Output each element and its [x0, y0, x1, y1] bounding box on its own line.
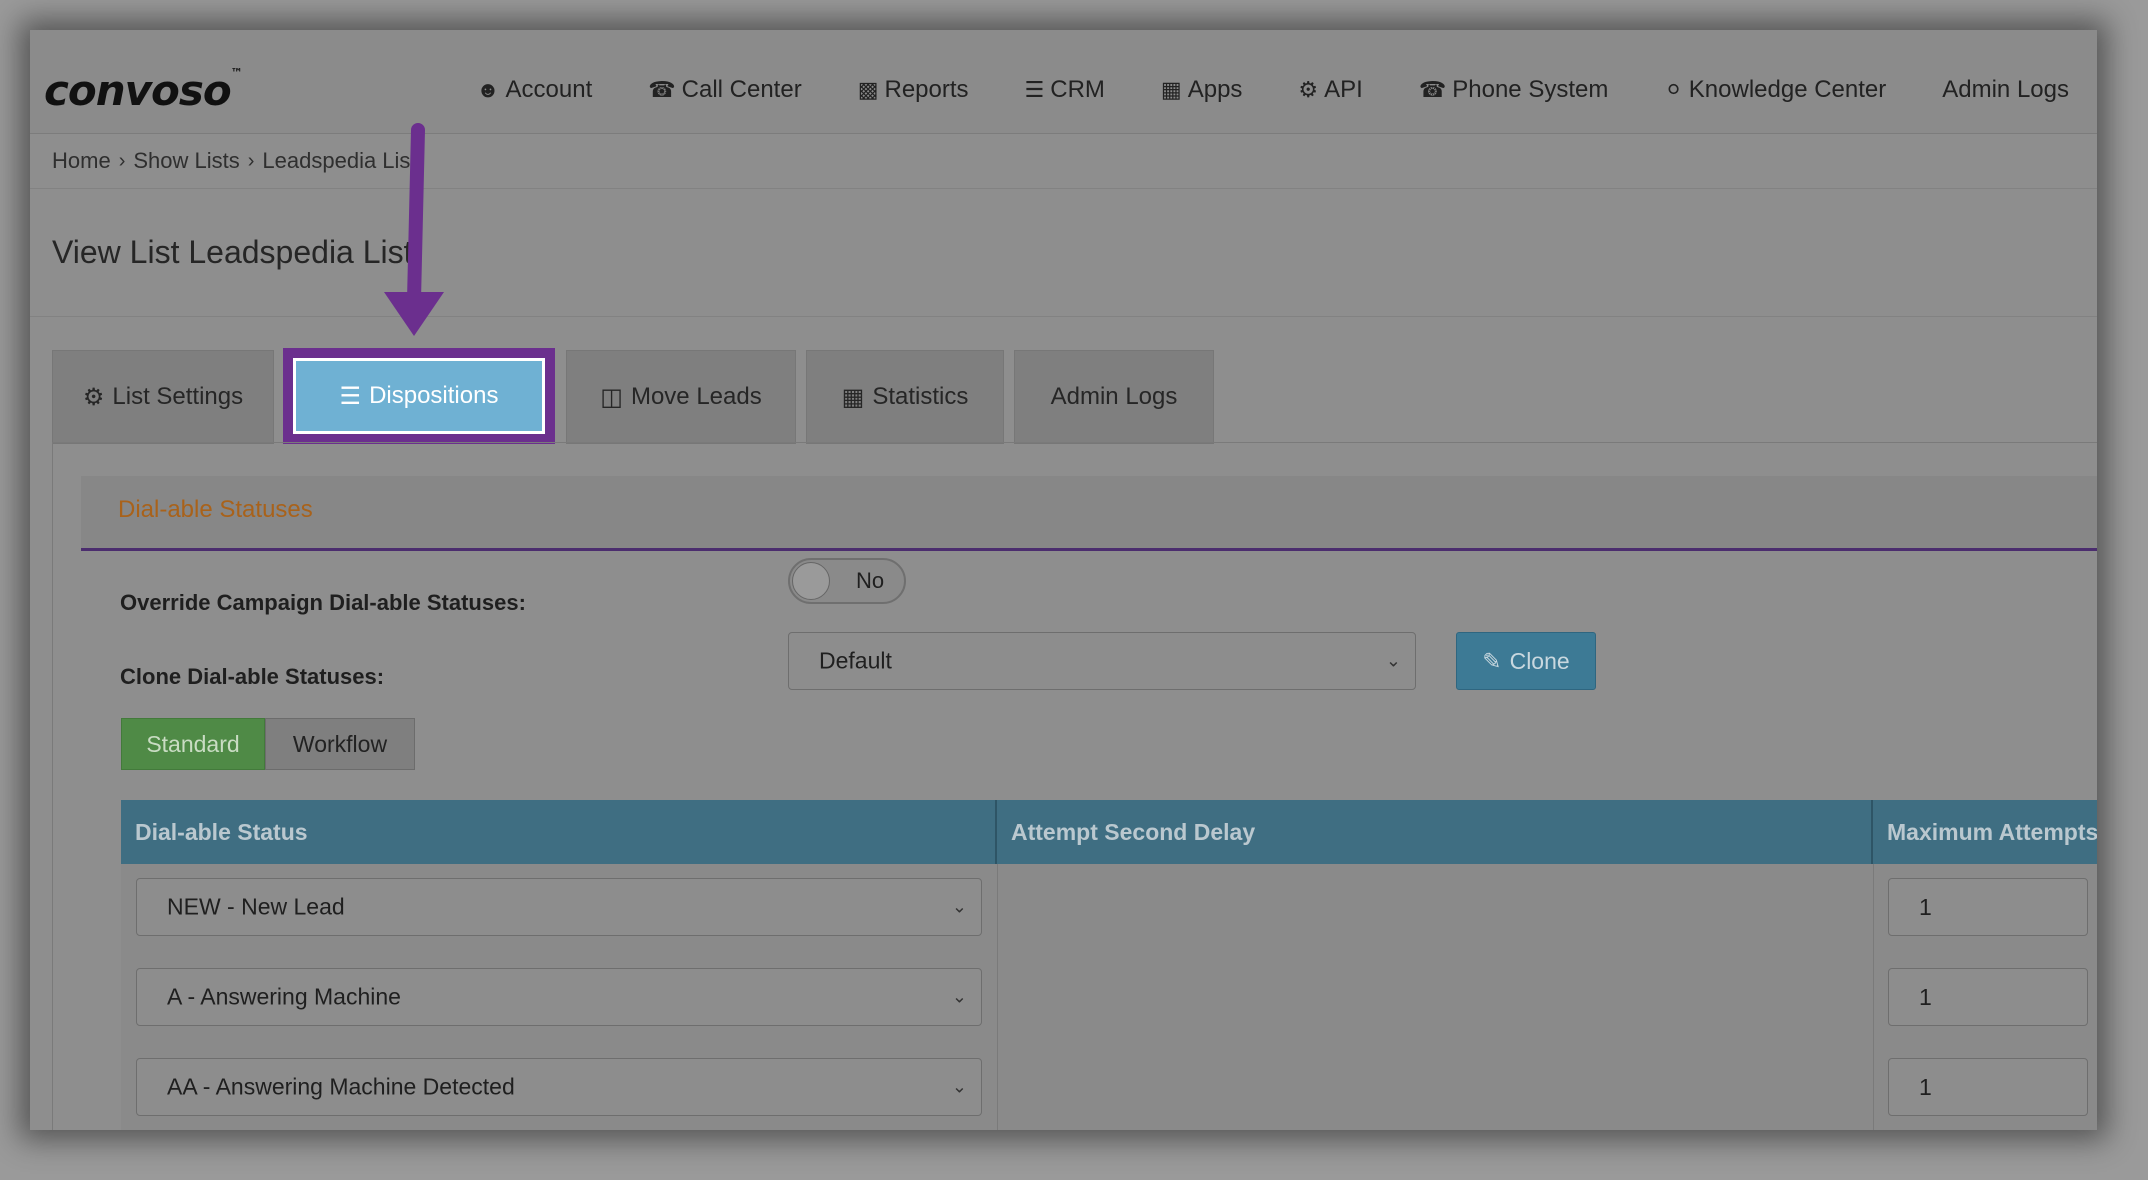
annotation-arrow-icon: [384, 123, 444, 336]
browser-screenshot: convoso™ ☻ Account ☎ Call Center ▩ Reports …: [30, 30, 2097, 1130]
